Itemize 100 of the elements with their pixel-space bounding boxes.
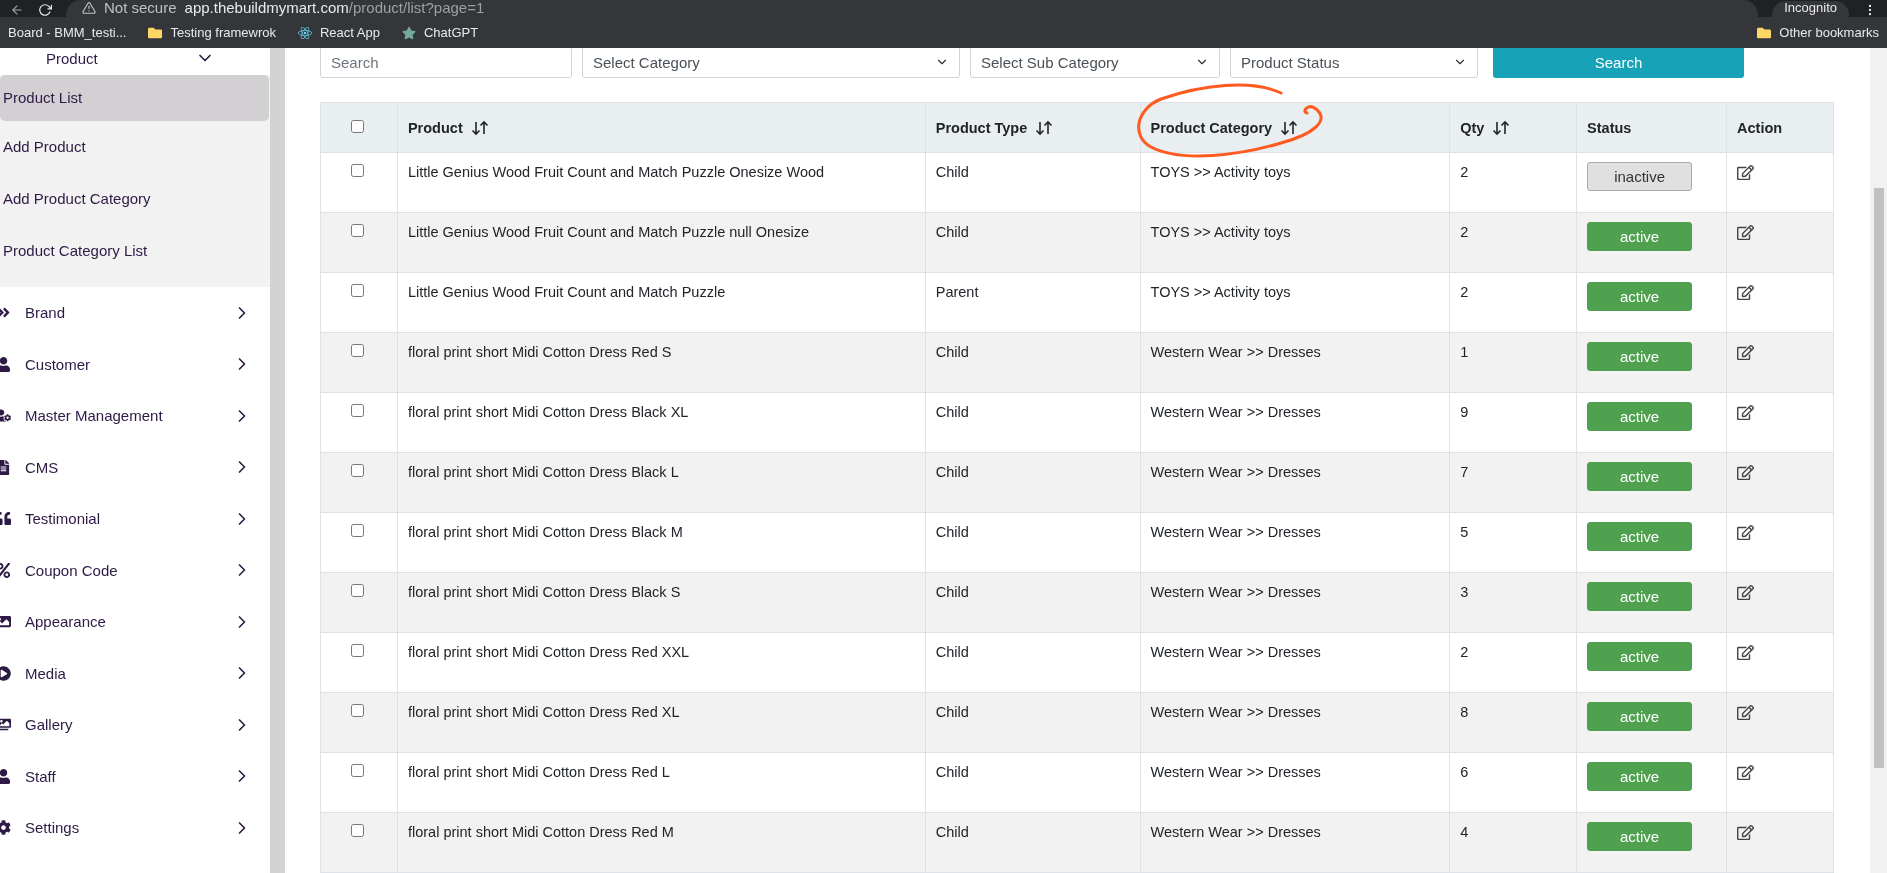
bookmark[interactable]: Testing framewrok: [148, 25, 276, 40]
edit-icon[interactable]: [1737, 284, 1755, 301]
row-checkbox[interactable]: [351, 344, 364, 357]
table-cell: Little Genius Wood Fruit Count and Match Puzzle null Onesize: [397, 212, 926, 273]
edit-icon[interactable]: [1737, 644, 1755, 661]
submenu-item[interactable]: Product Category List: [0, 225, 269, 277]
row-checkbox[interactable]: [351, 164, 364, 177]
row-checkbox[interactable]: [351, 704, 364, 717]
edit-icon[interactable]: [1737, 464, 1755, 481]
status-toggle[interactable]: inactive: [1587, 162, 1693, 191]
security-label: Not secure: [104, 1, 177, 15]
select-field[interactable]: Select Sub Category: [970, 48, 1220, 78]
edit-icon[interactable]: [1737, 704, 1755, 721]
table-cell: Western Wear >> Dresses: [1140, 812, 1450, 873]
sidebar-group-label[interactable]: Product: [0, 49, 195, 67]
table-cell: 5: [1449, 512, 1577, 573]
bookmark[interactable]: ChatGPT: [401, 25, 479, 40]
table-cell: 3: [1449, 572, 1577, 633]
sidebar-item[interactable]: Customer: [0, 338, 270, 390]
profile-button[interactable]: Incognito: [1772, 1, 1849, 17]
bookmark[interactable]: React App: [297, 25, 380, 40]
table-cell: Western Wear >> Dresses: [1140, 632, 1450, 693]
select-field[interactable]: Select Category: [582, 48, 960, 78]
address-bar[interactable]: Not secure app.thebuildmymart.com/product/list?page=1: [66, 0, 1759, 17]
submenu-item[interactable]: Add Product Category: [0, 173, 269, 225]
sort-icon[interactable]: [1035, 119, 1054, 136]
select-field[interactable]: Product Status: [1230, 48, 1478, 78]
edit-icon[interactable]: [1737, 764, 1755, 781]
table-cell: Western Wear >> Dresses: [1140, 392, 1450, 453]
search-field[interactable]: Search: [320, 48, 572, 78]
column-header[interactable]: Product: [407, 119, 489, 136]
sidebar-item[interactable]: Testimonial: [0, 493, 270, 545]
table-cell: 7: [1449, 452, 1577, 513]
table-cell: Western Wear >> Dresses: [1140, 752, 1450, 813]
column-header[interactable]: Product Type: [935, 119, 1054, 136]
submenu-item[interactable]: Add Product: [0, 121, 269, 173]
table-cell: floral print short Midi Cotton Dress Black XL: [397, 392, 926, 453]
sidebar-item[interactable]: Appearance: [0, 596, 270, 648]
sidebar-item[interactable]: Media: [0, 647, 270, 699]
sidebar-item[interactable]: Gallery: [0, 699, 270, 751]
table-cell: Western Wear >> Dresses: [1140, 332, 1450, 393]
sidebar-item[interactable]: Staff: [0, 750, 270, 802]
url-text: app.thebuildmymart.com/product/list?page=1: [184, 1, 485, 15]
submenu-item[interactable]: Product List: [0, 75, 269, 121]
table-cell: TOYS >> Activity toys: [1140, 272, 1450, 333]
table-cell: 1: [1449, 332, 1577, 393]
table-cell: Little Genius Wood Fruit Count and Match Puzzle Onesize Wood: [397, 152, 926, 213]
percent-icon: [0, 562, 11, 578]
table-cell: 2: [1449, 632, 1577, 693]
row-checkbox[interactable]: [351, 404, 364, 417]
row-checkbox[interactable]: [351, 584, 364, 597]
row-checkbox[interactable]: [351, 824, 364, 837]
folder-icon: [148, 25, 163, 40]
row-checkbox[interactable]: [351, 764, 364, 777]
column-header: Status: [1587, 119, 1632, 136]
sidebar-item[interactable]: Master Management: [0, 390, 270, 442]
back-icon[interactable]: [10, 3, 24, 17]
edit-icon[interactable]: [1737, 824, 1755, 841]
reload-icon[interactable]: [38, 3, 52, 17]
table-cell: 9: [1449, 392, 1577, 453]
table-cell: Child: [925, 632, 1141, 693]
images-icon: [0, 717, 11, 733]
scrollbar-thumb[interactable]: [1873, 188, 1884, 768]
table-cell: Western Wear >> Dresses: [1140, 512, 1450, 573]
edit-icon[interactable]: [1737, 404, 1755, 421]
edit-icon[interactable]: [1737, 224, 1755, 241]
edit-icon[interactable]: [1737, 344, 1755, 361]
row-checkbox[interactable]: [351, 284, 364, 297]
sidebar-item[interactable]: CMS: [0, 441, 270, 493]
sidebar-item[interactable]: Settings: [0, 802, 270, 854]
user-gear-icon: [0, 408, 11, 424]
table-cell: 2: [1449, 152, 1577, 213]
edit-icon[interactable]: [1737, 584, 1755, 601]
select-all-checkbox[interactable]: [351, 119, 364, 133]
bookmark[interactable]: Board - BMM_testi...: [8, 25, 127, 40]
table-cell: Little Genius Wood Fruit Count and Match Puzzle: [397, 272, 926, 333]
table-cell: Child: [925, 152, 1141, 213]
other-bookmarks[interactable]: Other bookmarks: [1757, 25, 1879, 40]
table-cell: TOYS >> Activity toys: [1140, 152, 1450, 213]
document-icon: [0, 459, 11, 475]
column-header[interactable]: Product Category: [1150, 119, 1299, 136]
sidebar-item[interactable]: Brand: [0, 287, 270, 339]
table-cell: floral print short Midi Cotton Dress Black M: [397, 512, 926, 573]
sort-icon[interactable]: [1280, 119, 1299, 136]
column-header[interactable]: Qty: [1460, 119, 1511, 136]
table-cell: Child: [925, 692, 1141, 753]
row-checkbox[interactable]: [351, 224, 364, 237]
table-cell: Child: [925, 572, 1141, 633]
row-checkbox[interactable]: [351, 524, 364, 537]
edit-icon[interactable]: [1737, 524, 1755, 541]
sort-icon[interactable]: [1492, 119, 1511, 136]
sidebar-item[interactable]: Coupon Code: [0, 544, 270, 596]
edit-icon[interactable]: [1737, 164, 1755, 181]
table-cell: Child: [925, 752, 1141, 813]
table-cell: floral print short Midi Cotton Dress Red XL: [397, 692, 926, 753]
table-cell: floral print short Midi Cotton Dress Red XXL: [397, 632, 926, 693]
sort-icon[interactable]: [470, 119, 489, 136]
table-cell: 4: [1449, 812, 1577, 873]
row-checkbox[interactable]: [351, 464, 364, 477]
row-checkbox[interactable]: [351, 644, 364, 657]
